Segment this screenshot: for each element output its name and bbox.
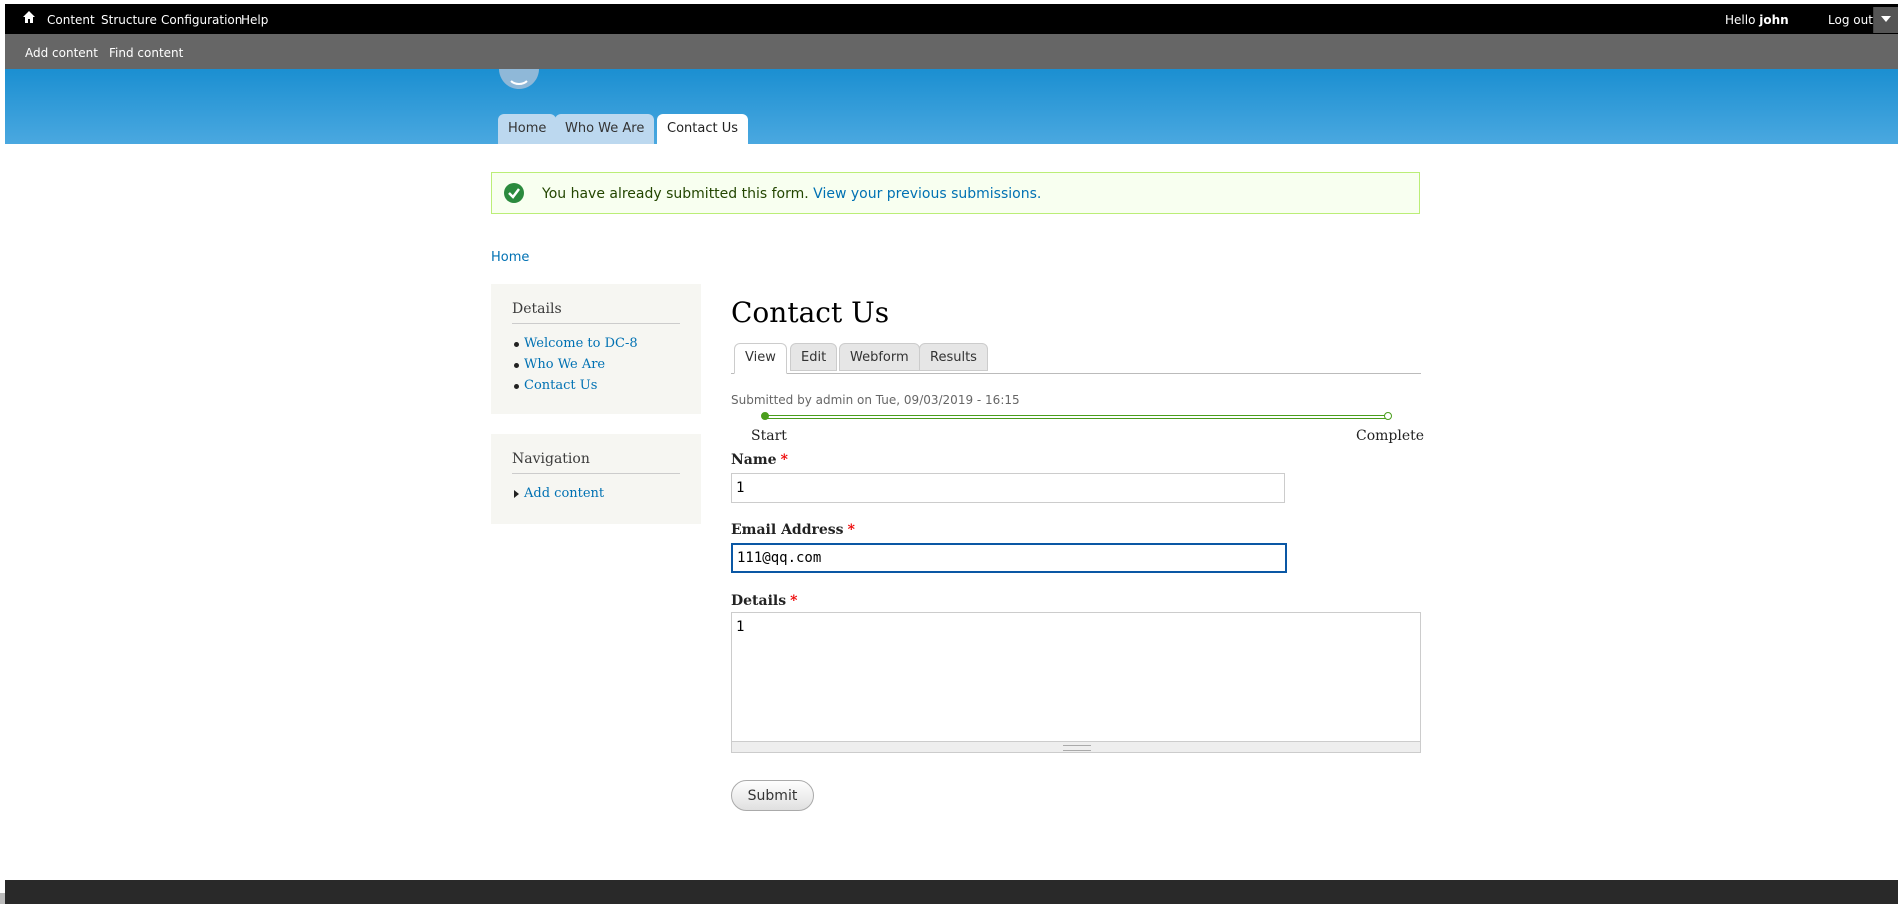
required-marker: *	[847, 522, 855, 538]
details-menu: Welcome to DC-8 Who We Are Contact Us	[512, 336, 638, 399]
breadcrumb-home[interactable]: Home	[491, 250, 529, 265]
site-footer	[5, 880, 1898, 904]
tab-view[interactable]: View	[734, 343, 787, 374]
progress-end-label: Complete	[1356, 428, 1425, 444]
navigation-item-add-content[interactable]: Add content	[512, 486, 604, 507]
details-item-welcome[interactable]: Welcome to DC-8	[512, 336, 638, 357]
drupal-logo-icon[interactable]	[497, 69, 553, 91]
bullet-icon	[514, 384, 519, 389]
email-field[interactable]	[731, 543, 1287, 573]
details-block: Details Welcome to DC-8 Who We Are Conta…	[491, 284, 701, 414]
site-header: Home Who We Are Contact Us	[5, 69, 1898, 144]
previous-submissions-link[interactable]: View your previous submissions.	[813, 186, 1041, 202]
greeting-prefix: Hello	[1725, 13, 1760, 27]
details-label-text: Details	[731, 593, 787, 609]
details-item-label: Who We Are	[524, 357, 606, 372]
grip-lines-icon	[1063, 745, 1091, 751]
navigation-item-label: Add content	[524, 486, 605, 501]
bullet-icon	[514, 342, 519, 347]
tab-webform[interactable]: Webform	[839, 343, 920, 371]
email-label: Email Address *	[731, 522, 855, 538]
progress-end-marker	[1384, 412, 1392, 420]
primary-tab-who-we-are[interactable]: Who We Are	[555, 114, 655, 144]
toolbar-drawer-toggle[interactable]	[1873, 7, 1898, 33]
tab-edit[interactable]: Edit	[790, 343, 838, 371]
navigation-block: Navigation Add content	[491, 434, 701, 524]
status-message-text: You have already submitted this form.	[542, 186, 809, 202]
navigation-block-title: Navigation	[512, 451, 590, 467]
checkmark-circle-icon	[504, 183, 524, 203]
details-item-contact-us[interactable]: Contact Us	[512, 378, 638, 399]
status-message: You have already submitted this form. Vi…	[491, 172, 1420, 214]
user-greeting: Hello john	[1725, 13, 1789, 27]
toolbar-configuration[interactable]: Configuration	[161, 13, 242, 27]
name-label-text: Name	[731, 452, 777, 468]
tab-results[interactable]: Results	[919, 343, 988, 371]
navigation-divider	[512, 473, 680, 474]
submitted-info: Submitted by admin on Tue, 09/03/2019 - …	[731, 393, 1020, 407]
details-divider	[512, 323, 680, 324]
progress-bar	[765, 415, 1388, 419]
progress-start-label: Start	[751, 428, 787, 444]
details-item-label: Welcome to DC-8	[524, 336, 638, 351]
details-block-title: Details	[512, 301, 562, 317]
bullet-icon	[514, 363, 519, 368]
local-tasks-tabs: View Edit Webform Results	[731, 343, 1421, 374]
required-marker: *	[780, 452, 788, 468]
admin-toolbar: Content Structure Configuration Help Hel…	[5, 4, 1898, 34]
navigation-menu: Add content	[512, 486, 604, 507]
submit-button[interactable]: Submit	[731, 780, 814, 811]
details-label: Details *	[731, 593, 797, 609]
textarea-resize-grip[interactable]	[731, 742, 1421, 753]
toolbar-content[interactable]: Content	[47, 13, 95, 27]
page-title: Contact Us	[731, 296, 890, 329]
toolbar-structure[interactable]: Structure	[101, 13, 157, 27]
name-label: Name *	[731, 452, 788, 468]
scrollbar-thumb[interactable]	[0, 893, 5, 904]
progress-start-marker	[761, 412, 769, 420]
shortcut-add-content[interactable]: Add content	[25, 46, 98, 60]
chevron-down-icon	[1881, 16, 1891, 22]
username: john	[1759, 13, 1789, 27]
caret-right-icon	[514, 490, 519, 498]
logout-link[interactable]: Log out	[1828, 13, 1873, 27]
primary-tab-home[interactable]: Home	[498, 114, 557, 144]
details-item-who-we-are[interactable]: Who We Are	[512, 357, 638, 378]
shortcut-find-content[interactable]: Find content	[109, 46, 183, 60]
shortcuts-bar: Add content Find content	[5, 34, 1898, 69]
toolbar-help[interactable]: Help	[241, 13, 268, 27]
details-textarea[interactable]: 1	[731, 612, 1421, 742]
email-label-text: Email Address	[731, 522, 844, 538]
name-field[interactable]	[731, 473, 1285, 503]
home-icon[interactable]	[22, 10, 36, 24]
status-text: You have already submitted this form. Vi…	[542, 186, 1041, 202]
primary-tab-contact-us[interactable]: Contact Us	[657, 114, 748, 144]
details-item-label: Contact Us	[524, 378, 598, 393]
required-marker: *	[790, 593, 798, 609]
